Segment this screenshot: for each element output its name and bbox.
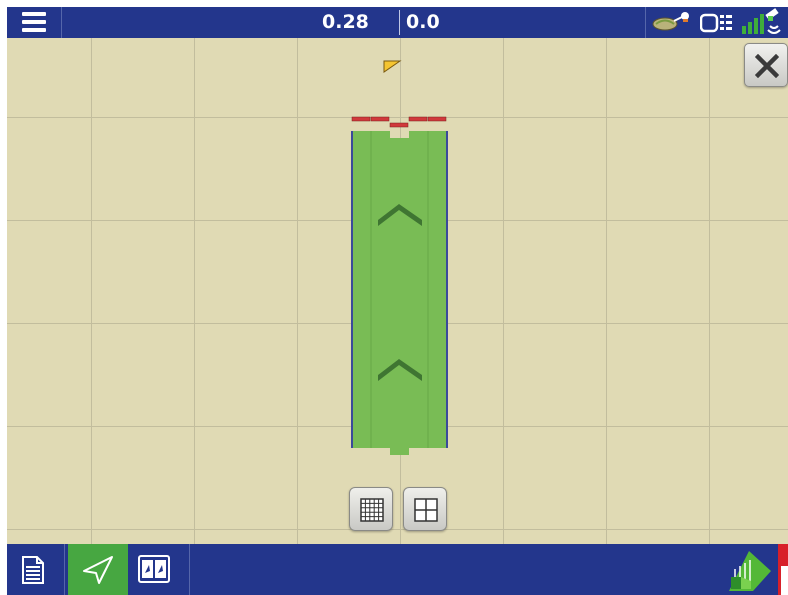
readout-divider: [399, 10, 400, 35]
vehicle-marker-icon: [383, 60, 402, 73]
implement-section-icon[interactable]: [700, 13, 734, 33]
coarse-grid-button[interactable]: [403, 487, 447, 531]
split-view-icon: [138, 555, 170, 583]
alert-button[interactable]: [777, 544, 788, 595]
coverage-swath: [351, 60, 448, 455]
navigation-button[interactable]: [68, 544, 128, 595]
close-button[interactable]: [744, 43, 788, 87]
coverage-map-icon: [729, 551, 771, 591]
fine-grid-icon: [360, 498, 384, 522]
hamburger-menu-icon: [22, 28, 46, 32]
speed-readout[interactable]: 0.28: [322, 7, 369, 38]
satellite-signal-icon[interactable]: [740, 8, 784, 38]
grid-line: [91, 38, 92, 544]
status-icon-group: [645, 7, 788, 38]
navigation-arrow-icon: [83, 556, 113, 584]
gps-antenna-icon[interactable]: [652, 11, 694, 33]
hamburger-menu-icon: [22, 20, 46, 24]
coarse-grid-icon: [414, 498, 438, 522]
fine-grid-button[interactable]: [349, 487, 393, 531]
grid-line: [194, 38, 195, 544]
document-icon: [22, 556, 44, 584]
grid-line: [7, 529, 788, 530]
alert-icon: [778, 544, 788, 595]
close-x-icon: [755, 54, 779, 78]
field-map[interactable]: [7, 38, 788, 544]
coverage-map-button[interactable]: [723, 544, 775, 595]
top-toolbar: 0.28 0.0: [7, 7, 788, 38]
app-window: 0.28 0.0: [0, 0, 788, 595]
implement-sections: [351, 116, 447, 128]
menu-button[interactable]: [7, 7, 62, 38]
grid-line: [606, 38, 607, 544]
grid-line: [297, 38, 298, 544]
grid-line: [709, 38, 710, 544]
offset-readout[interactable]: 0.0: [406, 7, 440, 38]
grid-line: [503, 38, 504, 544]
hamburger-menu-icon: [22, 12, 46, 16]
split-view-button[interactable]: [128, 544, 190, 595]
bottom-toolbar: [7, 544, 788, 595]
document-button[interactable]: [7, 544, 65, 595]
